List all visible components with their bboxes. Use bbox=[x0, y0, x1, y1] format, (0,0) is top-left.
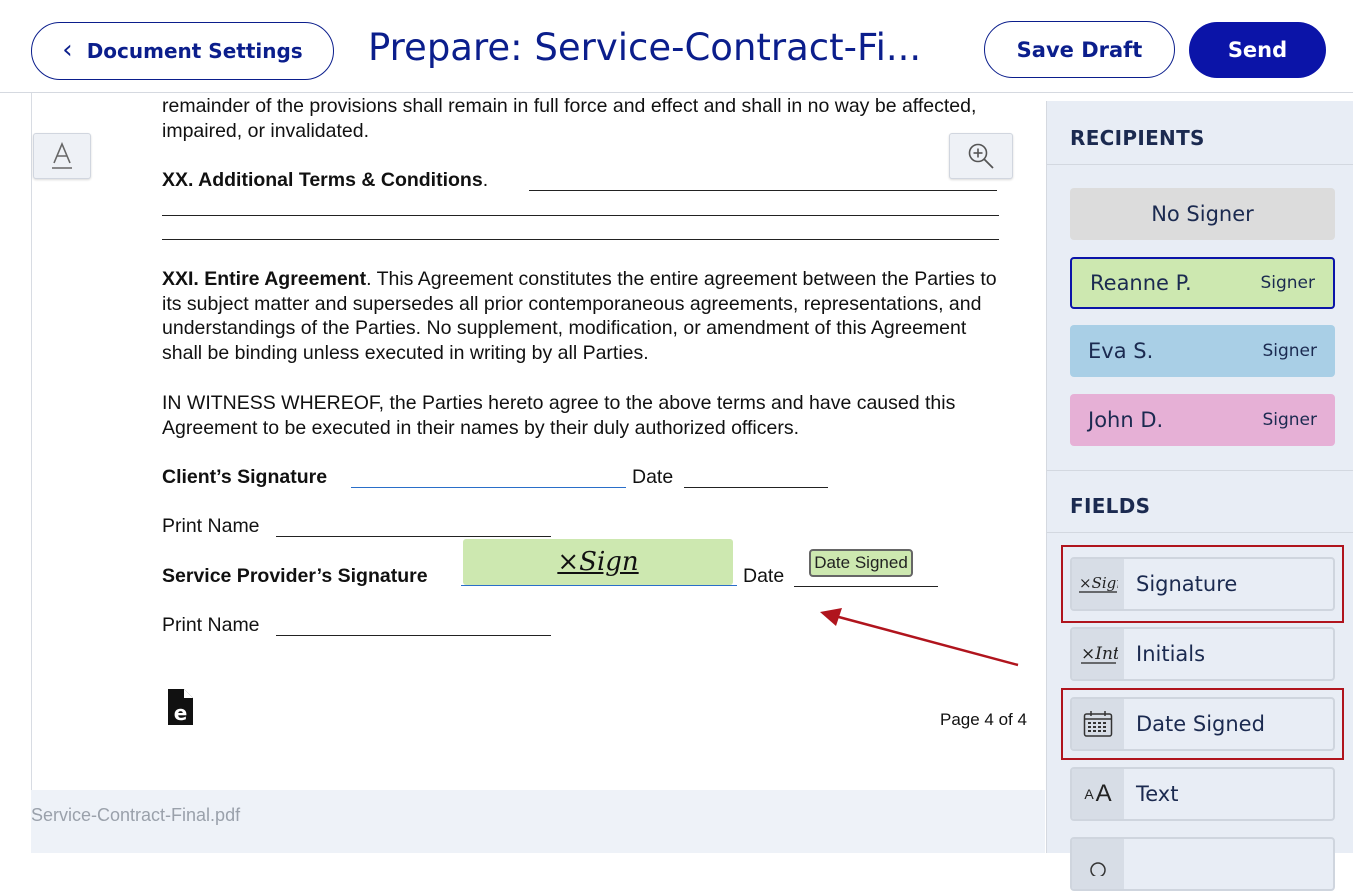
recipient-reanne[interactable]: Reanne P. Signer bbox=[1070, 257, 1335, 309]
recipient-role: Signer bbox=[1260, 273, 1315, 293]
print-name-line-2 bbox=[276, 635, 551, 636]
highlight-date-signed-field bbox=[1061, 688, 1344, 760]
divider bbox=[1047, 470, 1353, 471]
save-draft-button[interactable]: Save Draft bbox=[984, 21, 1175, 78]
document-settings-label: Document Settings bbox=[86, 39, 303, 63]
text-size-icon: AA bbox=[1072, 769, 1124, 819]
witness-paragraph: IN WITNESS WHEREOF, the Parties hereto a… bbox=[162, 392, 956, 439]
zoom-in-icon bbox=[968, 143, 994, 169]
text-annotation-button[interactable] bbox=[33, 133, 91, 179]
initials-icon: ×Int bbox=[1072, 629, 1124, 679]
section-21-heading: XXI. Entire Agreement bbox=[162, 268, 367, 290]
signature-field-text: ×Sign bbox=[557, 547, 639, 577]
chevron-left-icon: ‹ bbox=[62, 34, 73, 65]
print-name-line bbox=[276, 536, 551, 537]
svg-text:×Int: ×Int bbox=[1081, 644, 1118, 664]
provider-signature-label: Service Provider’s Signature bbox=[162, 565, 428, 587]
page-indicator: Page 4 of 4 bbox=[940, 710, 1027, 729]
recipient-john[interactable]: John D. Signer bbox=[1070, 394, 1335, 446]
recipient-role: Signer bbox=[1262, 341, 1317, 361]
section-20-heading: XX. Additional Terms & Conditions bbox=[162, 169, 483, 191]
client-date-label: Date bbox=[632, 466, 674, 488]
section-21-paragraph: XXI. Entire Agreement. This Agreement co… bbox=[162, 267, 1002, 365]
client-date-line bbox=[684, 487, 828, 488]
page-title: Prepare: Service-Contract-Fi... bbox=[368, 26, 922, 69]
divider bbox=[1047, 532, 1353, 533]
recipient-eva[interactable]: Eva S. Signer bbox=[1070, 325, 1335, 377]
field-more-icon bbox=[1072, 839, 1124, 889]
field-label: Initials bbox=[1136, 642, 1206, 666]
client-signature-label: Client’s Signature bbox=[162, 466, 328, 488]
recipient-name: No Signer bbox=[1151, 202, 1254, 226]
field-text-button[interactable]: AA Text bbox=[1070, 767, 1335, 821]
blank-line bbox=[162, 215, 999, 216]
section-20-line: XX. Additional Terms & Conditions. bbox=[162, 169, 489, 191]
print-name-label-2: Print Name bbox=[162, 614, 260, 636]
recipient-role: Signer bbox=[1262, 410, 1317, 430]
svg-text:e: e bbox=[174, 701, 188, 725]
blank-line bbox=[162, 239, 999, 240]
paragraph-severability: remainder of the provisions shall remain… bbox=[162, 95, 977, 142]
field-label: Text bbox=[1136, 782, 1179, 806]
signature-field[interactable]: ×Sign bbox=[463, 539, 733, 585]
provider-date-line bbox=[794, 586, 938, 587]
document-viewer[interactable]: remainder of the provisions shall remain… bbox=[31, 93, 1045, 853]
client-signature-line[interactable] bbox=[351, 487, 626, 488]
recipient-name: Reanne P. bbox=[1090, 271, 1192, 295]
top-bar: ‹ Document Settings Prepare: Service-Con… bbox=[0, 0, 1353, 93]
recipient-no-signer[interactable]: No Signer bbox=[1070, 188, 1335, 240]
blank-line bbox=[529, 190, 997, 191]
fields-title: FIELDS bbox=[1070, 494, 1151, 518]
field-more-button[interactable] bbox=[1070, 837, 1335, 891]
field-initials-button[interactable]: ×Int Initials bbox=[1070, 627, 1335, 681]
recipients-title: RECIPIENTS bbox=[1070, 126, 1205, 150]
send-button[interactable]: Send bbox=[1189, 22, 1326, 78]
document-page[interactable]: remainder of the provisions shall remain… bbox=[31, 93, 1045, 790]
esign-logo-icon: e bbox=[168, 689, 193, 725]
recipient-name: Eva S. bbox=[1088, 339, 1154, 363]
highlight-signature-field bbox=[1061, 545, 1344, 623]
provider-signature-line bbox=[461, 585, 737, 586]
divider bbox=[1047, 164, 1353, 165]
print-name-label: Print Name bbox=[162, 515, 260, 537]
provider-date-label: Date bbox=[743, 565, 785, 587]
date-signed-field[interactable]: Date Signed bbox=[809, 549, 913, 577]
document-settings-button[interactable]: ‹ Document Settings bbox=[31, 22, 334, 80]
file-name: Service-Contract-Final.pdf bbox=[31, 805, 241, 825]
recipient-name: John D. bbox=[1088, 408, 1164, 432]
text-annotation-icon bbox=[52, 142, 72, 169]
